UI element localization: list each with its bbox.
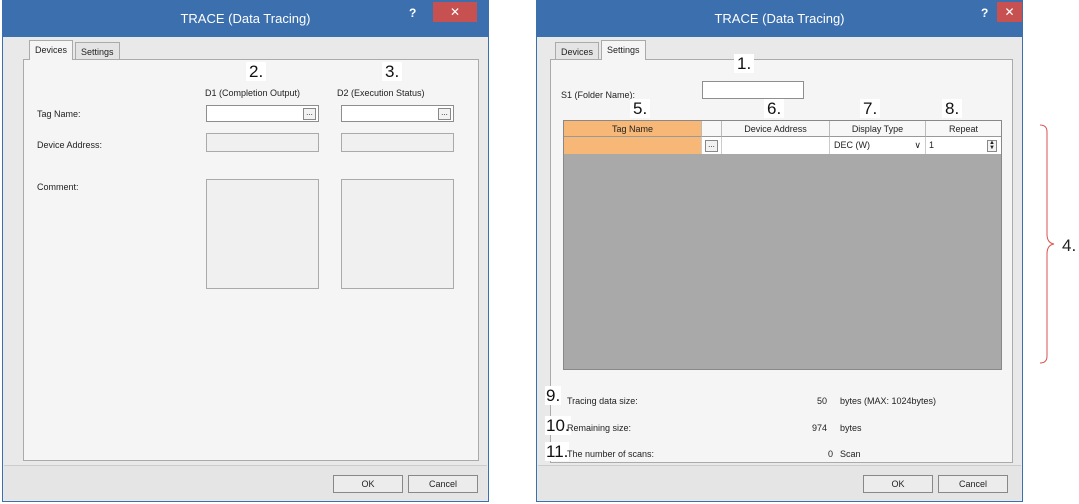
tracing-data-size-value: 50 [817, 396, 828, 406]
trace-table: Tag Name Device Address Display Type Rep… [563, 120, 1002, 370]
title-bar: TRACE (Data Tracing) ? ✕ [3, 1, 488, 37]
d1-header: D1 (Completion Output) [205, 88, 301, 98]
settings-panel: 1. S1 (Folder Name): 5. 6. 7. 8. Tag Nam… [545, 54, 1013, 463]
d1-device-address [206, 133, 319, 152]
number-of-scans-label: The number of scans: [567, 449, 655, 459]
folder-name-input[interactable] [702, 81, 804, 99]
tab-devices[interactable]: Devices [555, 42, 600, 60]
ok-button[interactable]: OK [333, 475, 403, 493]
callout-7: 7. [860, 99, 881, 118]
d1-tag-name-input[interactable]: ... [206, 105, 319, 122]
browse-column-header [702, 121, 722, 137]
chevron-down-icon[interactable]: ∨ [914, 137, 921, 154]
help-button[interactable]: ? [981, 6, 988, 20]
dialog-title: TRACE (Data Tracing) [714, 11, 845, 26]
display-type-select[interactable]: DEC (W) ∨ [830, 137, 926, 154]
title-bar: TRACE (Data Tracing) ? ✕ [537, 1, 1022, 37]
remaining-size-label: Remaining size: [567, 423, 632, 433]
device-address-column-header[interactable]: Device Address [722, 121, 830, 137]
d1-browse-button[interactable]: ... [303, 108, 316, 120]
callout-3: 3. [382, 62, 403, 81]
d2-tag-name-input[interactable]: ... [341, 105, 454, 122]
trace-dialog-settings: TRACE (Data Tracing) ? ✕ Devices Setting… [536, 0, 1023, 502]
callout-11: 11. [545, 442, 570, 461]
callout-8: 8. [942, 99, 963, 118]
tab-settings[interactable]: Settings [75, 42, 120, 60]
table-bracket [1039, 124, 1055, 364]
browse-cell: ... [702, 137, 722, 154]
folder-name-label: S1 (Folder Name): [561, 90, 636, 100]
device-address-label: Device Address: [37, 140, 103, 150]
callout-1: 1. [734, 54, 755, 73]
tag-name-cell[interactable] [564, 137, 702, 154]
dialog-footer: OK Cancel [538, 465, 1021, 500]
remaining-size-unit: bytes [840, 423, 862, 433]
d2-header: D2 (Execution Status) [337, 88, 425, 98]
tracing-data-size-unit: bytes (MAX: 1024bytes) [840, 396, 937, 406]
tab-devices[interactable]: Devices [29, 40, 74, 60]
number-of-scans-value: 0 [828, 449, 834, 459]
cancel-button[interactable]: Cancel [938, 475, 1008, 493]
tracing-data-size-label: Tracing data size: [567, 396, 638, 406]
repeat-value: 1 [929, 140, 935, 150]
cancel-button[interactable]: Cancel [408, 475, 478, 493]
tag-name-column-header[interactable]: Tag Name [564, 121, 702, 137]
number-of-scans-unit: Scan [840, 449, 861, 459]
spinner-icon[interactable]: ▲ ▼ [987, 140, 997, 152]
dialog-footer: OK Cancel [4, 465, 487, 500]
d2-device-address [341, 133, 454, 152]
d1-comment [206, 179, 319, 289]
help-button[interactable]: ? [409, 6, 416, 20]
callout-5: 5. [630, 99, 651, 118]
display-type-value: DEC (W) [834, 140, 870, 150]
display-type-column-header[interactable]: Display Type [830, 121, 926, 137]
d2-comment [341, 179, 454, 289]
repeat-stepper[interactable]: 1 ▲ ▼ [926, 137, 1001, 154]
remaining-size-value: 974 [812, 423, 828, 433]
callout-2: 2. [246, 62, 267, 81]
tab-settings[interactable]: Settings [601, 40, 646, 60]
devices-panel: 2. 3. D1 (Completion Output) D2 (Executi… [23, 59, 479, 461]
close-button[interactable]: ✕ [433, 2, 477, 22]
repeat-column-header[interactable]: Repeat [926, 121, 1001, 137]
device-address-cell[interactable] [722, 137, 830, 154]
close-button[interactable]: ✕ [997, 2, 1022, 22]
callout-4: 4. [1062, 236, 1077, 255]
callout-9: 9. [545, 386, 562, 405]
d2-browse-button[interactable]: ... [438, 108, 451, 120]
callout-6: 6. [764, 99, 785, 118]
comment-label: Comment: [37, 182, 79, 192]
row-browse-button[interactable]: ... [705, 140, 718, 152]
tag-name-label: Tag Name: [37, 109, 81, 119]
trace-dialog-devices: TRACE (Data Tracing) ? ✕ Devices Setting… [2, 0, 489, 502]
ok-button[interactable]: OK [863, 475, 933, 493]
